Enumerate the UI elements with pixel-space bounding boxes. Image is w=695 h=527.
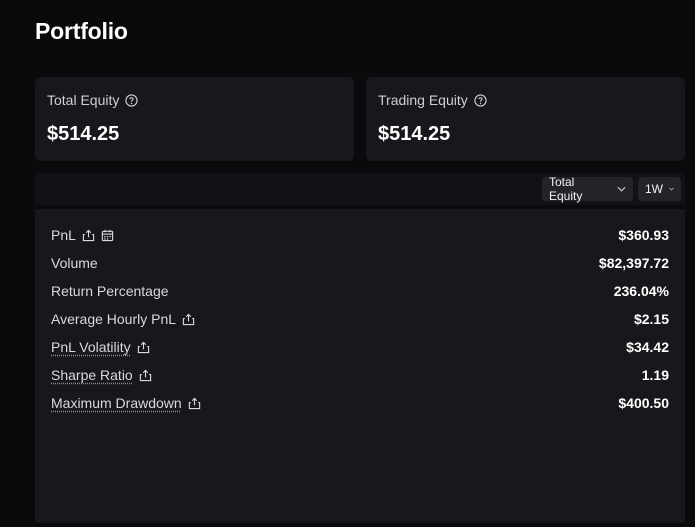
trading-equity-card: Trading Equity $514.25: [366, 77, 685, 161]
total-equity-card: Total Equity $514.25: [35, 77, 354, 161]
share-icon[interactable]: [139, 369, 152, 382]
stat-value: 236.04%: [613, 283, 669, 299]
share-icon[interactable]: [188, 397, 201, 410]
stat-label-group: PnL Volatility: [51, 339, 150, 355]
stats-panel: PnL $360.93 Volume $82,397.72 Return Per…: [35, 209, 685, 523]
stat-row-pnl: PnL $360.93: [51, 225, 669, 245]
calendar-icon[interactable]: [101, 229, 114, 242]
stat-label-group: PnL: [51, 227, 114, 243]
stat-row-volume: Volume $82,397.72: [51, 253, 669, 273]
help-circle-icon[interactable]: [474, 93, 487, 107]
chart-toolbar: Total Equity 1W: [35, 173, 685, 205]
help-circle-icon[interactable]: [125, 93, 139, 107]
share-icon[interactable]: [182, 313, 195, 326]
stat-label-group: Volume: [51, 255, 98, 271]
stat-row-sharpe-ratio: Sharpe Ratio 1.19: [51, 365, 669, 385]
time-range-value: 1W: [645, 182, 663, 196]
total-equity-label: Total Equity: [47, 92, 120, 108]
metric-select-value: Total Equity: [549, 175, 583, 203]
stat-label: Return Percentage: [51, 283, 169, 299]
metric-select[interactable]: Total Equity: [542, 175, 633, 203]
portfolio-page: Portfolio Total Equity $514.25 Trading E…: [0, 0, 695, 527]
stat-label[interactable]: PnL Volatility: [51, 339, 131, 355]
total-equity-label-row: Total Equity: [47, 92, 139, 108]
stat-value: $2.15: [633, 311, 669, 327]
stat-label[interactable]: Sharpe Ratio: [51, 367, 133, 383]
chevron-down-icon: [617, 186, 626, 192]
stat-label[interactable]: Maximum Drawdown: [51, 395, 182, 411]
time-range-select[interactable]: 1W: [638, 177, 681, 201]
stat-value: 1.19: [641, 367, 669, 383]
trading-equity-label: Trading Equity: [378, 92, 468, 108]
share-icon[interactable]: [137, 341, 150, 354]
stat-row-average-hourly-pnl: Average Hourly PnL $2.15: [51, 309, 669, 329]
stat-label: Average Hourly PnL: [51, 311, 177, 327]
stat-row-maximum-drawdown: Maximum Drawdown $400.50: [51, 393, 669, 413]
stat-label: PnL: [51, 227, 76, 243]
stat-value: $82,397.72: [598, 255, 669, 271]
stat-value: $400.50: [618, 395, 669, 411]
stat-label-group: Return Percentage: [51, 283, 169, 299]
stat-value: $360.93: [618, 227, 669, 243]
stat-label-group: Maximum Drawdown: [51, 395, 201, 411]
stat-row-pnl-volatility: PnL Volatility $34.42: [51, 337, 669, 357]
trading-equity-label-row: Trading Equity: [378, 92, 487, 108]
share-icon[interactable]: [82, 229, 95, 242]
trading-equity-value: $514.25: [378, 123, 451, 145]
page-title: Portfolio: [35, 18, 128, 44]
chevron-down-icon: [669, 187, 674, 191]
stat-label: Volume: [51, 255, 98, 271]
stat-value: $34.42: [626, 339, 669, 355]
stat-row-return-percentage: Return Percentage 236.04%: [51, 281, 669, 301]
total-equity-value: $514.25: [47, 123, 120, 145]
stat-label-group: Sharpe Ratio: [51, 367, 152, 383]
stat-label-group: Average Hourly PnL: [51, 311, 195, 327]
